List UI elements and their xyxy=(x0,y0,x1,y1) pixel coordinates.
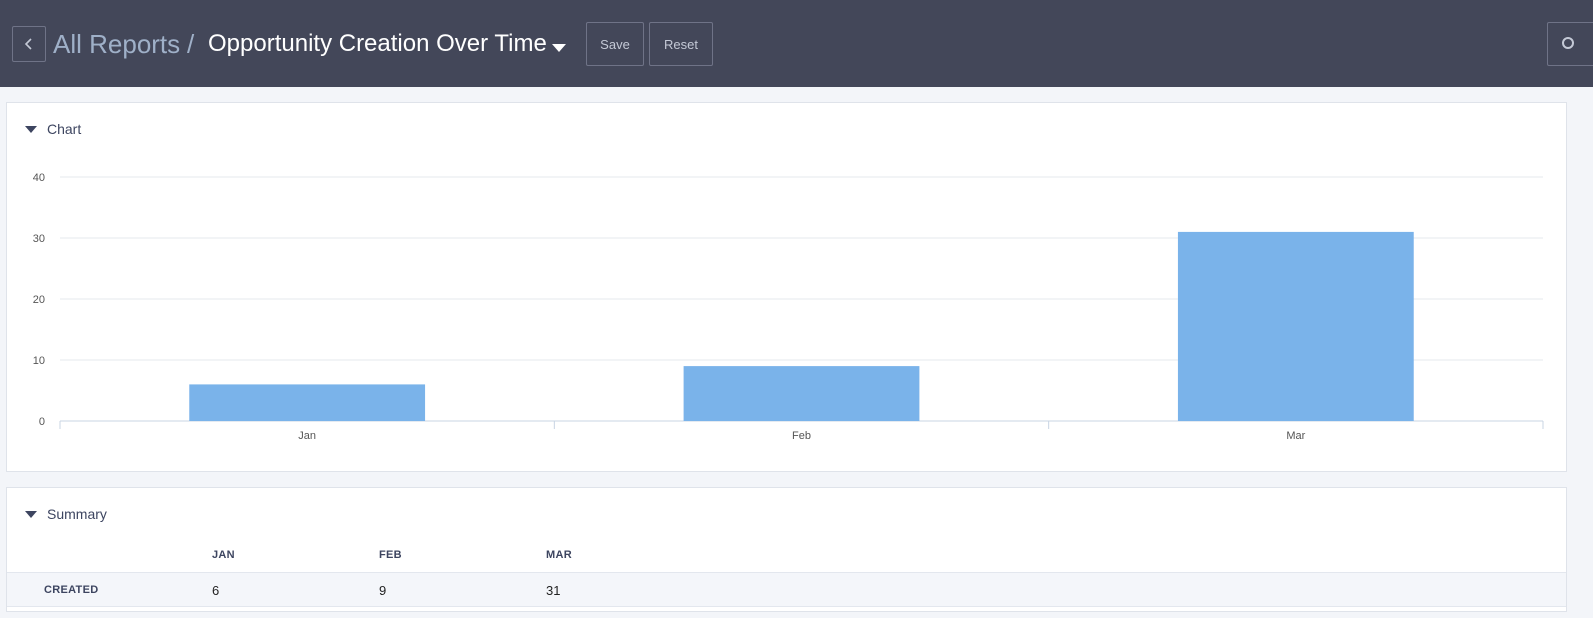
cell-value-feb: 9 xyxy=(379,583,387,598)
row-label: CREATED xyxy=(44,584,99,596)
x-tick-label: Mar xyxy=(1286,430,1305,442)
caret-down-icon[interactable] xyxy=(552,44,566,52)
breadcrumb-separator: / xyxy=(187,29,195,59)
triangle-down-icon xyxy=(25,510,37,518)
table-row: CREATED 6 9 31 xyxy=(7,572,1566,607)
breadcrumb-all-reports[interactable]: All Reports xyxy=(53,28,180,60)
summary-panel: Summary JAN FEB MAR CREATED 6 9 31 xyxy=(6,487,1567,612)
y-tick-label: 30 xyxy=(33,233,45,245)
save-button[interactable]: Save xyxy=(586,22,644,66)
chart-panel: 0 10 20 30 40 Jan Feb Mar Chart xyxy=(6,102,1567,472)
x-tick-label: Jan xyxy=(298,430,316,442)
chevron-left-icon xyxy=(24,38,32,50)
column-header-jan: JAN xyxy=(212,549,235,561)
summary-panel-toggle[interactable]: Summary xyxy=(25,506,107,522)
report-title[interactable]: Opportunity Creation Over Time xyxy=(208,28,547,60)
search-button[interactable] xyxy=(1547,22,1593,66)
back-button[interactable] xyxy=(12,26,46,62)
triangle-down-icon xyxy=(25,125,37,133)
reset-button[interactable]: Reset xyxy=(649,22,713,66)
cell-value-jan: 6 xyxy=(212,583,220,598)
bar-mar xyxy=(1177,231,1414,421)
search-icon xyxy=(1562,37,1574,49)
bar-jan xyxy=(189,384,426,421)
chart-panel-title: Chart xyxy=(47,121,82,137)
cell-value-mar: 31 xyxy=(546,583,561,598)
x-tick-label: Feb xyxy=(792,430,811,442)
column-header-mar: MAR xyxy=(546,549,572,561)
y-tick-label: 40 xyxy=(33,172,45,184)
summary-panel-title: Summary xyxy=(47,506,107,522)
column-header-feb: FEB xyxy=(379,549,402,561)
bar-feb xyxy=(683,366,920,421)
report-header: All Reports / Opportunity Creation Over … xyxy=(0,0,1593,87)
y-tick-label: 10 xyxy=(33,355,45,367)
y-tick-label: 0 xyxy=(39,416,45,428)
chart-panel-toggle[interactable]: Chart xyxy=(25,121,81,137)
bar-chart: 0 10 20 30 40 Jan Feb Mar xyxy=(33,172,1544,442)
y-tick-label: 20 xyxy=(33,294,45,306)
